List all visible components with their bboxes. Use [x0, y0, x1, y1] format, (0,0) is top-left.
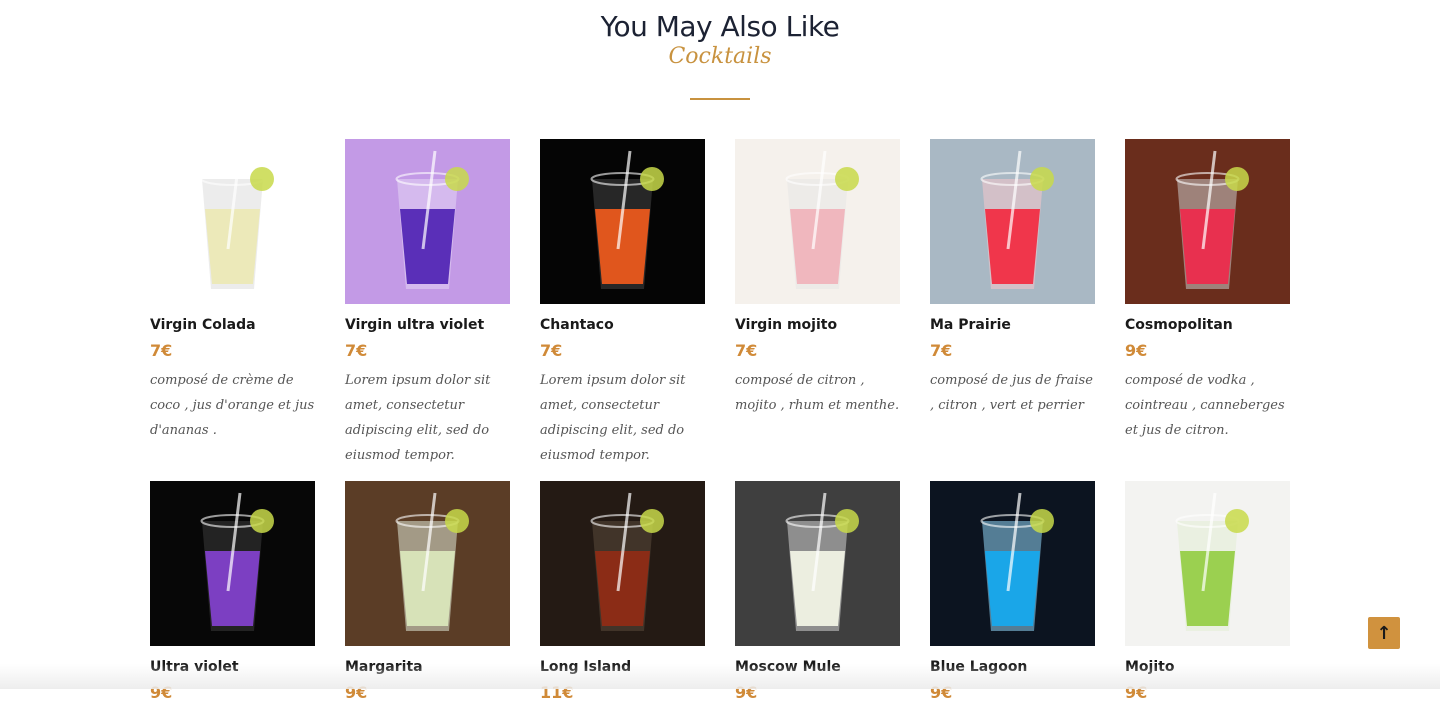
product-card[interactable]: Virgin Colada 7€ composé de crème de coc…	[150, 139, 315, 449]
product-name[interactable]: Virgin ultra violet	[345, 317, 484, 333]
product-description: composé de vodka , cointreau , canneberg…	[1125, 373, 1285, 438]
drink-illustration	[1125, 139, 1290, 304]
drink-illustration	[540, 481, 705, 646]
garnish-slice	[1030, 509, 1054, 533]
garnish-slice	[250, 509, 274, 533]
product-price: 7€	[540, 341, 563, 360]
product-name[interactable]: Ma Prairie	[930, 317, 1011, 333]
product-image[interactable]	[150, 481, 315, 646]
drink-illustration	[735, 481, 900, 646]
product-price: 7€	[930, 341, 953, 360]
product-price: 9€	[1125, 341, 1148, 360]
product-name[interactable]: Chantaco	[540, 317, 614, 333]
product-image[interactable]	[735, 481, 900, 646]
product-description: composé de crème de coco , jus d'orange …	[150, 373, 315, 438]
product-card[interactable]: Virgin ultra violet 7€ Lorem ipsum dolor…	[345, 139, 510, 463]
product-description: Lorem ipsum dolor sit amet, consectetur …	[540, 373, 686, 463]
product-description: Lorem ipsum dolor sit amet, consectetur …	[345, 373, 491, 463]
garnish-slice	[1225, 167, 1249, 191]
scroll-to-top-button[interactable]: ↑	[1368, 617, 1400, 649]
product-card[interactable]: Ma Prairie 7€ composé de jus de fraise ,…	[930, 139, 1095, 449]
garnish-slice	[835, 167, 859, 191]
product-card[interactable]: Virgin mojito 7€ composé de citron , moj…	[735, 139, 900, 449]
product-image[interactable]	[1125, 481, 1290, 646]
garnish-slice	[1030, 167, 1054, 191]
garnish-slice	[445, 167, 469, 191]
garnish-slice	[835, 509, 859, 533]
product-image[interactable]	[1125, 139, 1290, 304]
product-price: 7€	[345, 341, 368, 360]
drink-illustration	[345, 481, 510, 646]
garnish-slice	[445, 509, 469, 533]
product-description: composé de citron , mojito , rhum et men…	[735, 373, 900, 413]
product-image[interactable]	[540, 481, 705, 646]
garnish-slice	[1225, 509, 1249, 533]
product-image[interactable]	[540, 139, 705, 304]
section-subtitle: Cocktails	[668, 44, 772, 69]
product-image[interactable]	[345, 481, 510, 646]
drink-illustration	[735, 139, 900, 304]
product-image[interactable]	[735, 139, 900, 304]
product-price: 7€	[150, 341, 173, 360]
drink-illustration	[1125, 481, 1290, 646]
arrow-up-icon: ↑	[1376, 622, 1392, 644]
bottom-shadow	[0, 664, 1440, 689]
product-price: 7€	[735, 341, 758, 360]
drink-illustration	[930, 139, 1095, 304]
product-image[interactable]	[930, 139, 1095, 304]
product-name[interactable]: Virgin Colada	[150, 317, 256, 333]
product-name[interactable]: Cosmopolitan	[1125, 317, 1233, 333]
product-card[interactable]: Cosmopolitan 9€ composé de vodka , coint…	[1125, 139, 1290, 449]
drink-illustration	[150, 481, 315, 646]
product-image[interactable]	[345, 139, 510, 304]
product-card[interactable]: Chantaco 7€ Lorem ipsum dolor sit amet, …	[540, 139, 705, 463]
section-title: You May Also Like	[600, 10, 840, 43]
drink-illustration	[540, 139, 705, 304]
product-image[interactable]	[150, 139, 315, 304]
product-image[interactable]	[930, 481, 1095, 646]
product-name[interactable]: Virgin mojito	[735, 317, 837, 333]
title-divider	[690, 98, 750, 100]
garnish-slice	[250, 167, 274, 191]
product-description: composé de jus de fraise , citron , vert…	[930, 373, 1093, 413]
drink-illustration	[150, 139, 315, 304]
garnish-slice	[640, 167, 664, 191]
drink-illustration	[930, 481, 1095, 646]
garnish-slice	[640, 509, 664, 533]
drink-illustration	[345, 139, 510, 304]
